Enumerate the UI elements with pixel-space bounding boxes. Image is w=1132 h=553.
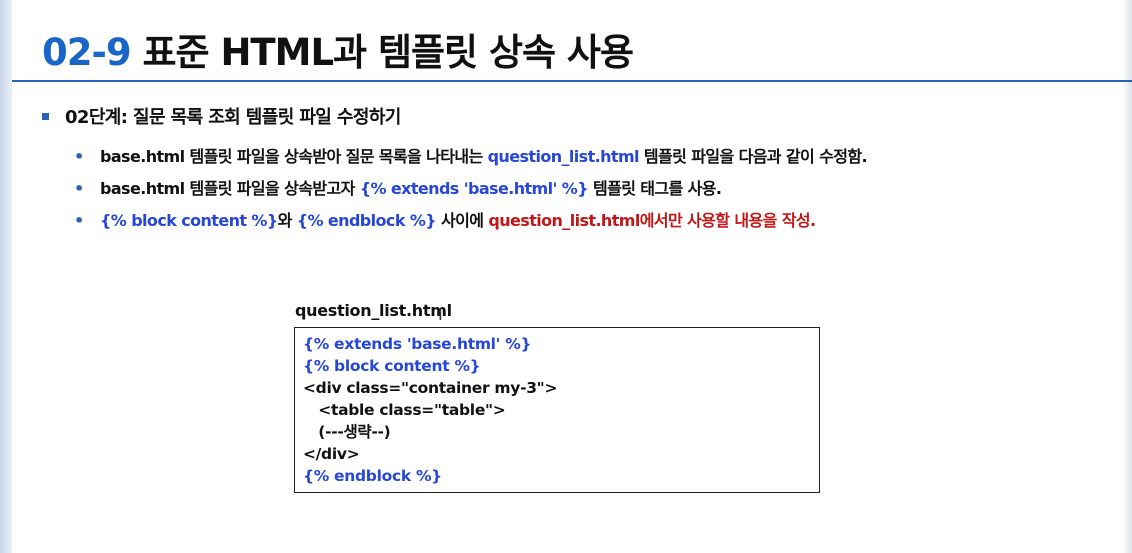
code-line: {% extends 'base.html' %} xyxy=(303,335,532,353)
code-line: {% block content %} xyxy=(303,357,481,375)
dot-bullet-icon: • xyxy=(74,147,84,166)
code-line: <div class="container my-3"> xyxy=(303,379,558,397)
code-line: (---생략--) xyxy=(303,423,391,441)
bullet-item-3: • {% block content %}와 {% endblock %} 사이에… xyxy=(74,207,816,231)
left-rail-decoration xyxy=(0,0,12,553)
text-cursor-icon: I xyxy=(438,305,443,324)
right-edge-shadow xyxy=(1122,0,1132,553)
bullet-3-text-a: 와 xyxy=(277,211,297,230)
code-line: <table class="table"> xyxy=(303,401,506,419)
bullet-3-block-tag: {% block content %} xyxy=(100,211,278,230)
slide-title: 02-9 표준 HTML과 템플릿 상속 사용 xyxy=(42,22,634,76)
bullet-3-endblock-tag: {% endblock %} xyxy=(296,211,437,230)
bullet-2-text-b: 템플릿 태그를 사용. xyxy=(588,179,722,198)
bullet-2-text-a: base.html 템플릿 파일을 상속받고자 xyxy=(100,179,360,198)
step-heading: 02단계: 질문 목록 조회 템플릿 파일 수정하기 xyxy=(42,103,401,129)
bullet-3-text-b: 사이에 xyxy=(436,211,489,230)
bullet-2-tag: {% extends 'base.html' %} xyxy=(359,179,589,198)
code-line: {% endblock %} xyxy=(303,467,442,485)
bullet-item-1: • base.html 템플릿 파일을 상속받아 질문 목록을 나타내는 ques… xyxy=(74,143,868,167)
dot-bullet-icon: • xyxy=(74,179,84,198)
bullet-1-text-a: base.html 템플릿 파일을 상속받아 질문 목록을 나타내는 xyxy=(100,147,488,166)
code-block: {% extends 'base.html' %} {% block conte… xyxy=(294,327,820,493)
code-line: </div> xyxy=(303,445,360,463)
code-filename: question_list.html xyxy=(295,301,452,320)
title-divider xyxy=(12,80,1132,82)
title-number: 02-9 xyxy=(42,31,132,74)
title-text: 표준 HTML과 템플릿 상속 사용 xyxy=(142,31,634,74)
step-label: 02단계: 질문 목록 조회 템플릿 파일 수정하기 xyxy=(65,107,401,128)
dot-bullet-icon: • xyxy=(74,211,84,230)
bullet-1-filename: question_list.html xyxy=(487,147,640,166)
bullet-3-highlight: question_list.html에서만 사용할 내용을 작성. xyxy=(488,211,816,230)
bullet-1-text-b: 템플릿 파일을 다음과 같이 수정함. xyxy=(638,147,868,166)
square-bullet-icon xyxy=(42,112,49,120)
bullet-item-2: • base.html 템플릿 파일을 상속받고자 {% extends 'bas… xyxy=(74,175,722,199)
